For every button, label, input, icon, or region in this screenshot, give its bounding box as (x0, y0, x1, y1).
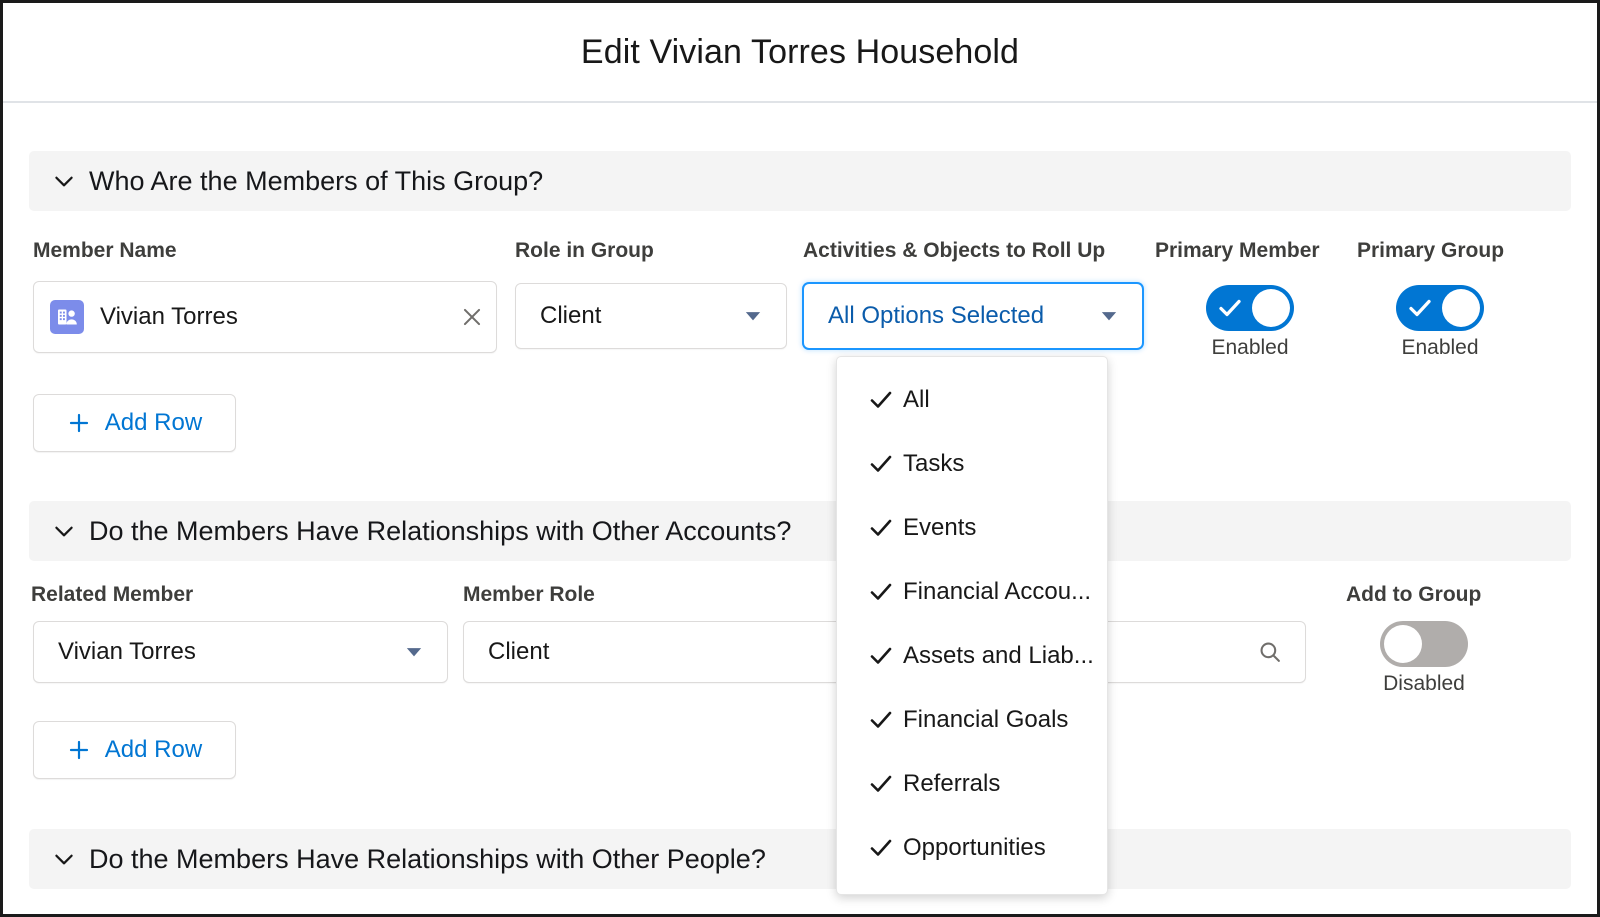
chevron-down-icon[interactable] (47, 518, 81, 544)
toggle-knob (1442, 289, 1480, 327)
section-header-account-relationships[interactable]: Do the Members Have Relationships with O… (29, 501, 1571, 561)
section-header-members[interactable]: Who Are the Members of This Group? (29, 151, 1571, 211)
activities-rollup-dropdown[interactable]: All Tasks Events Financial Accou... Asse… (836, 356, 1108, 895)
dropdown-item-all[interactable]: All (837, 368, 1107, 432)
column-header-primary-group: Primary Group (1357, 239, 1505, 262)
dropdown-item-financial-goals[interactable]: Financial Goals (837, 688, 1107, 752)
activities-rollup-select[interactable]: All Options Selected (803, 283, 1143, 349)
role-in-group-value: Client (540, 302, 602, 329)
add-row-label: Add Row (104, 409, 203, 436)
section-title: Do the Members Have Relationships with O… (89, 515, 792, 546)
check-icon (859, 454, 903, 474)
check-icon (859, 710, 903, 730)
member-name-value: Vivian Torres (100, 303, 238, 330)
chevron-down-icon[interactable] (47, 168, 81, 194)
dropdown-item-label: Financial Accou... (903, 578, 1092, 605)
check-icon (859, 582, 903, 602)
member-role-value: Client (488, 638, 550, 665)
related-member-select[interactable]: Vivian Torres (33, 621, 448, 683)
check-icon (859, 774, 903, 794)
search-icon[interactable] (1257, 639, 1283, 665)
primary-group-toggle[interactable] (1396, 285, 1484, 331)
add-row-button-members[interactable]: Add Row (33, 394, 236, 452)
column-header-activities: Activities & Objects to Roll Up (803, 239, 1106, 262)
member-role-select[interactable]: Client (463, 621, 878, 683)
dropdown-item-assets-and-liabilities[interactable]: Assets and Liab... (837, 624, 1107, 688)
close-icon[interactable] (448, 304, 496, 330)
role-in-group-select[interactable]: Client (515, 283, 787, 349)
account-person-icon (50, 300, 84, 334)
dropdown-item-label: Tasks (903, 450, 965, 477)
add-to-group-toggle-group: Disabled (1380, 621, 1468, 696)
column-header-member-name: Member Name (33, 239, 177, 262)
dropdown-item-label: Financial Goals (903, 706, 1069, 733)
toggle-knob (1252, 289, 1290, 327)
column-header-add-to-group: Add to Group (1346, 583, 1482, 606)
member-name-lookup[interactable]: Vivian Torres (33, 281, 497, 353)
dropdown-item-referrals[interactable]: Referrals (837, 752, 1107, 816)
primary-member-toggle[interactable] (1206, 285, 1294, 331)
primary-member-state: Enabled (1211, 336, 1289, 359)
dropdown-item-label: Events (903, 514, 977, 541)
primary-member-toggle-group: Enabled (1206, 285, 1294, 360)
dropdown-item-financial-accounts[interactable]: Financial Accou... (837, 560, 1107, 624)
section-title: Who Are the Members of This Group? (89, 165, 544, 196)
dropdown-item-label: All (903, 386, 930, 413)
form-body: Who Are the Members of This Group? Membe… (3, 103, 1597, 914)
related-member-value: Vivian Torres (58, 638, 196, 665)
dropdown-item-label: Referrals (903, 770, 1001, 797)
add-to-group-toggle[interactable] (1380, 621, 1468, 667)
plus-icon (67, 738, 91, 762)
activities-rollup-value: All Options Selected (828, 302, 1045, 329)
column-header-related-member: Related Member (31, 583, 194, 606)
page-header: Edit Vivian Torres Household (3, 3, 1597, 103)
column-header-role-in-group: Role in Group (515, 239, 654, 262)
toggle-knob (1384, 625, 1422, 663)
edit-household-screen: Edit Vivian Torres Household Who Are the… (0, 0, 1600, 917)
check-icon (859, 646, 903, 666)
chevron-down-icon (1098, 305, 1120, 327)
check-icon (1408, 297, 1432, 324)
section-title: Do the Members Have Relationships with O… (89, 843, 766, 874)
check-icon (859, 518, 903, 538)
section-header-people-relationships[interactable]: Do the Members Have Relationships with O… (29, 829, 1571, 889)
primary-group-state: Enabled (1401, 336, 1479, 359)
plus-icon (67, 411, 91, 435)
column-header-primary-member: Primary Member (1155, 239, 1320, 262)
add-row-button-account-relationships[interactable]: Add Row (33, 721, 236, 779)
chevron-down-icon (742, 305, 764, 327)
column-header-member-role: Member Role (463, 583, 595, 606)
chevron-down-icon (403, 641, 425, 663)
dropdown-item-opportunities[interactable]: Opportunities (837, 816, 1107, 880)
add-row-label: Add Row (104, 736, 203, 763)
primary-group-toggle-group: Enabled (1396, 285, 1484, 360)
dropdown-item-events[interactable]: Events (837, 496, 1107, 560)
check-icon (1218, 297, 1242, 324)
add-to-group-state: Disabled (1383, 672, 1465, 695)
page-title: Edit Vivian Torres Household (580, 32, 1020, 71)
chevron-down-icon[interactable] (47, 846, 81, 872)
dropdown-item-label: Opportunities (903, 834, 1046, 861)
check-icon (859, 390, 903, 410)
dropdown-item-label: Assets and Liab... (903, 642, 1094, 669)
check-icon (859, 838, 903, 858)
dropdown-item-tasks[interactable]: Tasks (837, 432, 1107, 496)
